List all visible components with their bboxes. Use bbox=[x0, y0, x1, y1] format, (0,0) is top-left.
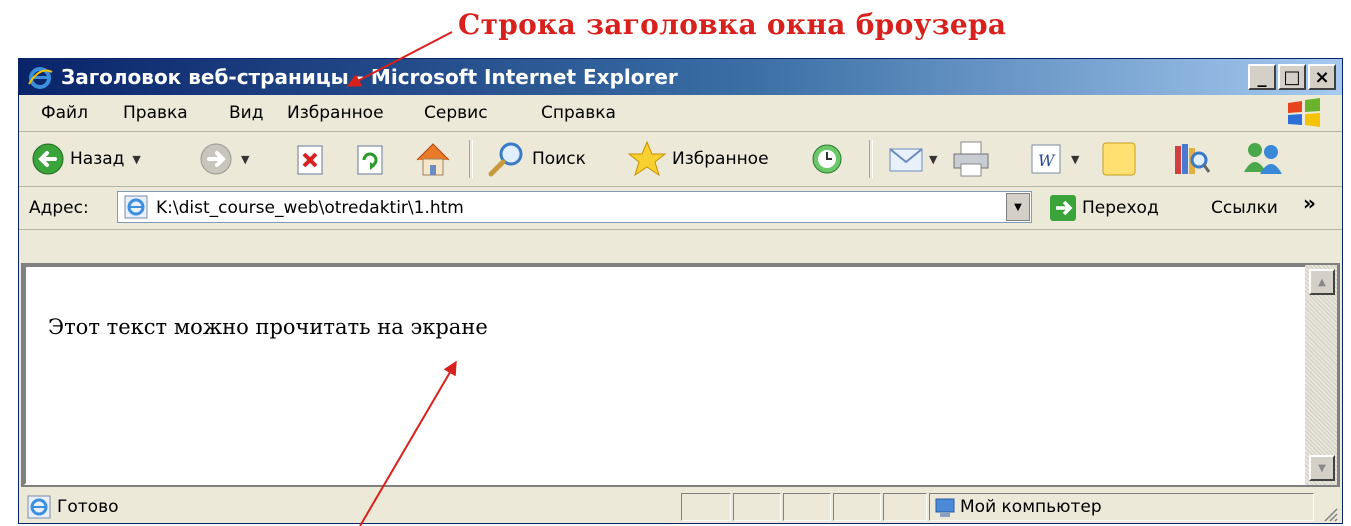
windows-logo-icon bbox=[1288, 98, 1320, 127]
toolbar-separator bbox=[869, 140, 873, 178]
status-panel bbox=[733, 493, 781, 521]
page-icon bbox=[124, 195, 148, 219]
menu-bar: Файл Правка Вид Избранное Сервис Справка bbox=[19, 95, 1342, 132]
forward-dropdown-icon[interactable]: ▼ bbox=[241, 153, 249, 166]
back-button[interactable]: Назад ▼ bbox=[31, 142, 141, 176]
scroll-down-icon[interactable]: ▼ bbox=[1309, 455, 1335, 481]
address-dropdown-icon[interactable]: ▼ bbox=[1006, 193, 1030, 221]
title-bar[interactable]: Заголовок веб-страницы - Microsoft Inter… bbox=[19, 59, 1342, 95]
menu-help[interactable]: Справка bbox=[541, 103, 616, 123]
mail-button[interactable]: ▼ bbox=[887, 142, 937, 176]
toolbar-separator bbox=[469, 140, 473, 178]
status-panel bbox=[681, 493, 731, 521]
zone-label: Мой компьютер bbox=[960, 497, 1102, 517]
links-button[interactable]: Ссылки bbox=[1211, 198, 1278, 218]
links-chevron-icon[interactable]: » bbox=[1303, 191, 1316, 215]
home-icon[interactable] bbox=[413, 140, 453, 178]
research-icon[interactable] bbox=[1171, 138, 1211, 178]
mail-icon bbox=[889, 148, 923, 172]
svg-text:W: W bbox=[1038, 151, 1056, 170]
go-label: Переход bbox=[1082, 198, 1159, 218]
edit-button[interactable]: W ▼ bbox=[1029, 142, 1079, 176]
menu-view[interactable]: Вид bbox=[229, 103, 263, 123]
forward-arrow-icon bbox=[200, 143, 232, 175]
computer-icon bbox=[935, 498, 955, 517]
status-panel bbox=[883, 493, 927, 521]
messenger-icon[interactable] bbox=[1241, 138, 1285, 178]
toolbar: Назад ▼ ▼ Поиск Избранное ▼ W ▼ bbox=[19, 132, 1342, 187]
search-icon bbox=[488, 142, 523, 177]
forward-button[interactable]: ▼ bbox=[199, 142, 249, 176]
stop-icon[interactable] bbox=[295, 144, 325, 176]
favorites-star-icon bbox=[627, 140, 667, 177]
favorites-button[interactable]: Избранное bbox=[627, 140, 769, 178]
go-arrow-icon bbox=[1050, 195, 1076, 221]
discuss-icon[interactable] bbox=[1099, 140, 1139, 178]
back-dropdown-icon[interactable]: ▼ bbox=[132, 153, 140, 166]
window-title: Заголовок веб-страницы - Microsoft Inter… bbox=[61, 65, 678, 89]
page-viewport[interactable]: Этот текст можно прочитать на экране bbox=[24, 265, 1309, 485]
scroll-up-icon[interactable]: ▲ bbox=[1309, 269, 1335, 295]
search-label: Поиск bbox=[532, 149, 586, 169]
close-button[interactable]: × bbox=[1308, 64, 1336, 90]
status-panel bbox=[783, 493, 831, 521]
resize-grip-icon[interactable] bbox=[1322, 506, 1338, 522]
vertical-scrollbar[interactable]: ▲ ▼ bbox=[1305, 265, 1337, 485]
word-edit-icon: W bbox=[1031, 144, 1061, 174]
back-label: Назад bbox=[70, 149, 125, 169]
go-button[interactable]: Переход bbox=[1049, 194, 1159, 222]
ie-icon bbox=[27, 66, 53, 94]
print-icon[interactable] bbox=[951, 140, 991, 178]
page-content-text: Этот текст можно прочитать на экране bbox=[48, 315, 488, 339]
edit-dropdown-icon[interactable]: ▼ bbox=[1071, 153, 1079, 166]
address-bar: Адрес: K:\dist_course_web\otredaktir\1.h… bbox=[19, 187, 1342, 230]
search-button[interactable]: Поиск bbox=[487, 140, 586, 178]
favorites-label: Избранное bbox=[672, 149, 769, 169]
mail-dropdown-icon[interactable]: ▼ bbox=[929, 153, 937, 166]
status-text: Готово bbox=[57, 497, 119, 517]
annotation-label: Строка заголовка окна броузера bbox=[458, 8, 1007, 41]
menu-favorites[interactable]: Избранное bbox=[287, 103, 384, 123]
status-page-icon bbox=[27, 495, 51, 519]
menu-edit[interactable]: Правка bbox=[123, 103, 188, 123]
back-arrow-icon bbox=[32, 143, 64, 175]
address-url: K:\dist_course_web\otredaktir\1.htm bbox=[156, 198, 464, 218]
browser-window: Заголовок веб-страницы - Microsoft Inter… bbox=[18, 58, 1343, 524]
address-label: Адрес: bbox=[29, 198, 89, 218]
status-bar: Готово Мой компьютер bbox=[19, 489, 1342, 525]
maximize-button[interactable]: □ bbox=[1278, 64, 1306, 90]
menu-file[interactable]: Файл bbox=[41, 103, 88, 123]
status-panel bbox=[833, 493, 881, 521]
minimize-button[interactable]: _ bbox=[1248, 64, 1276, 90]
menu-tools[interactable]: Сервис bbox=[424, 103, 488, 123]
history-icon[interactable] bbox=[809, 142, 845, 176]
address-input[interactable]: K:\dist_course_web\otredaktir\1.htm ▼ bbox=[117, 191, 1032, 223]
security-zone[interactable]: Мой компьютер bbox=[929, 493, 1314, 521]
refresh-icon[interactable] bbox=[355, 144, 385, 176]
